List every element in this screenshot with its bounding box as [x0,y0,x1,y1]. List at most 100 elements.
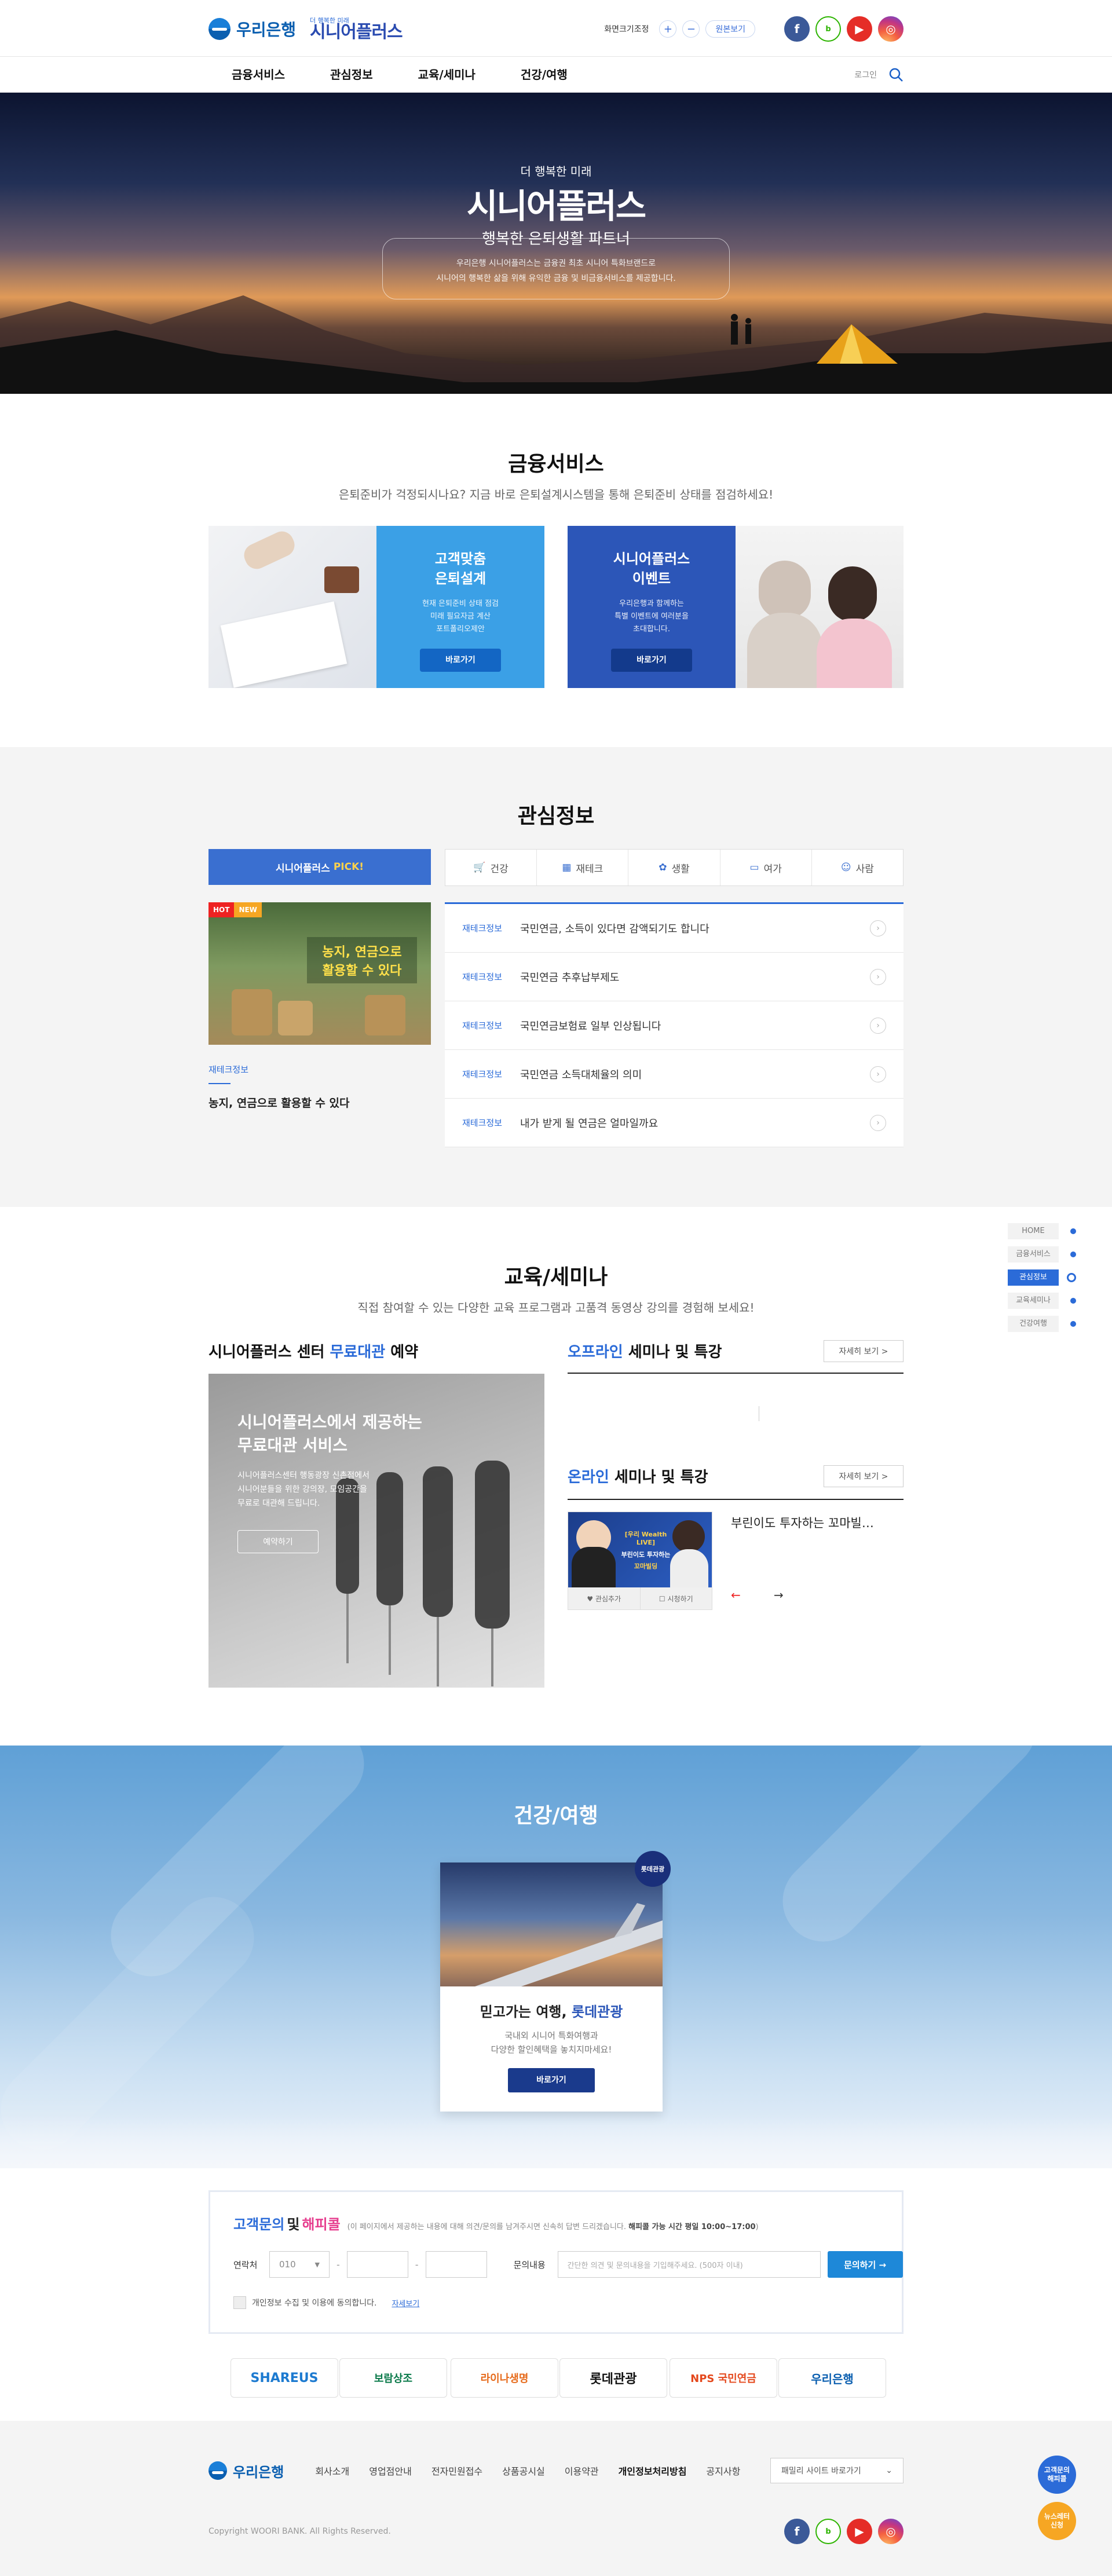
nav-interest[interactable]: 관심정보 [330,57,373,93]
travel-title-hl: 롯데관광 [571,2004,623,2020]
video-thumb-1: [우리 Wealth LIVE] [624,1531,667,1546]
submit-inquiry-button[interactable]: 문의하기 → [827,2251,903,2278]
tab-health[interactable]: 🛒 건강 [445,850,537,885]
family-site-label: 패밀리 사이트 바로가기 [781,2467,861,2476]
search-icon[interactable] [888,67,904,82]
youtube-icon[interactable]: ▶ [847,16,872,42]
reserve-button[interactable]: 예약하기 [237,1530,319,1553]
site-logo[interactable]: 우리은행 더 행복한 미래 시니어플러스 [209,17,403,41]
quicknav-home[interactable]: HOME [1008,1220,1076,1243]
event-card: 시니어플러스 이벤트 우리은행과 함께하는 특별 이벤트에 여러분을 초대합니다… [568,526,904,688]
tab-finance[interactable]: ▦ 재테크 [537,850,629,885]
youtube-icon[interactable]: ▶ [847,2519,872,2544]
retirement-desc-3: 포트폴리오제안 [436,625,485,634]
partner-woori[interactable]: 우리은행 [778,2358,886,2398]
interest-section: 관심정보 시니어플러스 PICK! HOT NEW 농지, 연금으로 활용할 수… [0,747,1112,1207]
center-rental-card: 시니어플러스에서 제공하는 무료대관 서비스 시니어플러스센터 행동광장 신촌점… [209,1374,544,1688]
inquiry-title-2: 해피콜 [302,2216,341,2233]
footer-link-products[interactable]: 상품공시실 [502,2464,545,2478]
video-card[interactable]: [우리 Wealth LIVE] 부린이도 투자하는 꼬마빌딩 ♥ 관심추가 ☐… [568,1512,712,1610]
retirement-go-button[interactable]: 바로가기 [420,649,501,672]
nav-finance[interactable]: 금융서비스 [232,57,285,93]
tab-leisure[interactable]: ▭ 여가 [720,850,812,885]
center-rental-title: 시니어플러스 센터 무료대관 예약 [209,1340,544,1362]
facebook-icon[interactable]: f [784,16,810,42]
tab-life-label: 생활 [671,863,690,875]
footer-link-notice[interactable]: 공지사항 [706,2464,740,2478]
instagram-icon[interactable]: ◎ [878,2519,904,2544]
footer-link-about[interactable]: 회사소개 [315,2464,349,2478]
instagram-icon[interactable]: ◎ [878,16,904,42]
thumb-text-2: 활용할 수 있다 [322,964,402,978]
senior-pick-header: 시니어플러스 PICK! [209,849,431,885]
inquiry-header: 고객문의 및 해피콜 (이 페이지에서 제공하는 내용에 대해 의견/문의를 남… [233,2213,759,2233]
watch-button[interactable]: ☐ 시청하기 [641,1587,712,1609]
inquiry-float-button[interactable]: 고객문의 해피콜 [1038,2456,1076,2494]
arrow-right-icon[interactable]: → [774,1588,784,1602]
pick-thumbnail[interactable]: HOT NEW 농지, 연금으로 활용할 수 있다 [209,902,431,1045]
phone-prefix-value: 010 [279,2259,296,2270]
favorite-button[interactable]: ♥ 관심추가 [568,1587,641,1609]
agree-checkbox[interactable] [233,2296,246,2309]
phone-last-input[interactable] [425,2251,487,2278]
event-title-1: 시니어플러스 [613,551,690,567]
partner-shareus[interactable]: SHAREUS [231,2358,338,2398]
pick-highlight: PICK! [333,861,364,873]
quicknav-health[interactable]: 건강여행 [1008,1312,1076,1335]
message-input[interactable]: 간단한 의견 및 문의내용을 기입해주세요. (500자 이내) [557,2251,821,2278]
blog-icon[interactable]: b [815,2519,841,2544]
family-site-select[interactable]: 패밀리 사이트 바로가기 ⌄ [770,2458,904,2483]
footer-link-terms[interactable]: 이용약관 [565,2464,599,2478]
chevron-right-icon: › [870,1066,886,1082]
tab-people[interactable]: ☺ 사람 [812,850,903,885]
newsletter-float-button[interactable]: 뉴스레터 신청 [1038,2502,1076,2540]
hero-content: 더 행복한 미래 시니어플러스 행복한 은퇴생활 파트너 우리은행 시니어플러스… [382,162,730,299]
float2-line2: 신청 [1050,2521,1064,2529]
news-row[interactable]: 재테크정보 국민연금 소득대체율의 의미 › [445,1050,904,1099]
nav-education[interactable]: 교육/세미나 [418,57,475,93]
phone-prefix-select[interactable]: 010 ▼ [269,2251,330,2278]
footer-link-privacy[interactable]: 개인정보처리방침 [619,2464,687,2478]
offline-divider [568,1373,904,1374]
partner-lotte-tour[interactable]: 롯데관광 [559,2358,667,2398]
finance-section: 금융서비스 은퇴준비가 걱정되시나요? 지금 바로 은퇴설계시스템을 통해 은퇴… [0,447,1112,502]
tab-life[interactable]: ✿ 생활 [628,850,720,885]
phone-separator: - [336,2259,340,2270]
news-row[interactable]: 재테크정보 국민연금보험료 일부 인상됩니다 › [445,1001,904,1050]
header-utilities: 화면크기조정 + − 원본보기 f b ▶ ◎ [604,16,904,42]
zoom-reset-button[interactable]: 원본보기 [705,20,755,38]
zoom-in-button[interactable]: + [659,20,677,38]
event-go-button[interactable]: 바로가기 [611,649,692,672]
news-row[interactable]: 재테크정보 국민연금, 소득이 있다면 감액되기도 합니다 › [445,904,904,953]
footer-link-branches[interactable]: 영업점안내 [369,2464,412,2478]
footer-logo[interactable]: 우리은행 [209,2461,284,2481]
agree-detail-link[interactable]: 자세보기 [392,2297,419,2308]
offline-more-button[interactable]: 자세히 보기 > [824,1340,904,1362]
blog-icon[interactable]: b [815,16,841,42]
hero-box: 행복한 은퇴생활 파트너 우리은행 시니어플러스는 금융권 최초 시니어 특화브… [382,230,730,299]
inquiry-note-post: ) [755,2223,759,2231]
news-row[interactable]: 재테크정보 내가 받게 될 연금은 얼마일까요 › [445,1099,904,1147]
health-title: 건강/여행 [514,1804,598,1828]
arrow-left-icon[interactable]: ← [731,1588,741,1602]
phone-middle-input[interactable] [346,2251,408,2278]
partner-boram[interactable]: 보람상조 [339,2358,447,2398]
decor-stripe [766,1746,1053,1959]
login-link[interactable]: 로그인 [854,69,877,80]
facebook-icon[interactable]: f [784,2519,810,2544]
nav-health[interactable]: 건강/여행 [521,57,568,93]
zoom-out-button[interactable]: − [682,20,700,38]
pick-title[interactable]: 농지, 연금으로 활용할 수 있다 [209,1095,349,1110]
news-row[interactable]: 재테크정보 국민연금 추후납부제도 › [445,953,904,1001]
news-category: 재테크정보 [462,1020,503,1031]
cart-icon: 🛒 [473,862,486,873]
partner-nps[interactable]: NPS 국민연금 [670,2358,777,2398]
footer-link-complaints[interactable]: 전자민원접수 [431,2464,482,2478]
retirement-plan-card: 고객맞춤 은퇴설계 현재 은퇴준비 상태 점검 미래 필요자금 계산 포트폴리오… [209,526,544,688]
travel-go-button[interactable]: 바로가기 [508,2068,595,2092]
hero-brand: 시니어플러스 [466,186,646,226]
online-more-button[interactable]: 자세히 보기 > [824,1465,904,1487]
travel-title-pre: 믿고가는 여행, [480,2004,572,2020]
partner-lina[interactable]: 라이나생명 [451,2358,558,2398]
video-title[interactable]: 부린이도 투자하는 꼬마빌… [731,1514,874,1531]
